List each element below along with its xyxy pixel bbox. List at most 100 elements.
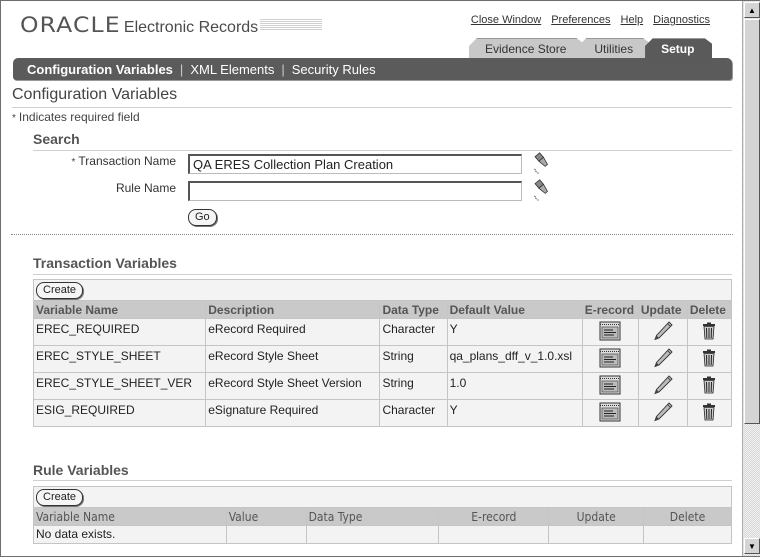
pencil-icon[interactable] bbox=[652, 401, 674, 423]
create-rule-variable-button[interactable]: Create bbox=[36, 489, 84, 506]
table-cell bbox=[548, 525, 645, 544]
column-header-delete: Delete bbox=[686, 300, 733, 319]
delete-cell bbox=[686, 372, 733, 400]
document-icon[interactable] bbox=[599, 375, 621, 395]
column-header-erecord: E-record bbox=[581, 300, 639, 319]
pencil-icon[interactable] bbox=[652, 320, 674, 342]
transaction-variables-body: EREC_REQUIRED eRecord Required Character Y … bbox=[32, 318, 733, 427]
divider bbox=[33, 150, 732, 151]
variable-name-cell: ESIG_REQUIRED bbox=[32, 399, 207, 427]
transaction-name-label: * Transaction Name bbox=[72, 154, 177, 168]
column-header-default-value[interactable]: Default Value bbox=[446, 300, 583, 319]
variable-name-cell: EREC_STYLE_SHEET bbox=[32, 345, 207, 373]
default-value-cell: qa_plans_dff_v_1.0.xsl bbox=[446, 345, 583, 373]
table-cell bbox=[438, 525, 550, 544]
column-header-variable-name[interactable]: Variable Name bbox=[33, 507, 227, 526]
update-cell bbox=[637, 372, 688, 400]
default-value-cell: Y bbox=[446, 318, 583, 346]
trash-icon[interactable] bbox=[701, 322, 717, 340]
vertical-scrollbar[interactable]: ▲ ▼ bbox=[742, 1, 760, 556]
subtab-xml-elements[interactable]: XML Elements bbox=[190, 62, 274, 77]
column-header-update: Update bbox=[548, 507, 645, 526]
variable-name-cell: EREC_STYLE_SHEET_VER bbox=[32, 372, 207, 400]
required-star-icon: * bbox=[12, 113, 16, 124]
scroll-down-button[interactable]: ▼ bbox=[744, 538, 760, 554]
delete-cell bbox=[686, 318, 733, 346]
data-type-cell: String bbox=[379, 345, 448, 373]
subtab-security-rules[interactable]: Security Rules bbox=[292, 62, 376, 77]
column-header-data-type[interactable]: Data Type bbox=[379, 300, 448, 319]
go-button[interactable]: Go bbox=[188, 209, 217, 226]
erecord-cell bbox=[581, 372, 639, 400]
app-name: Electronic Records bbox=[123, 19, 259, 36]
document-icon[interactable] bbox=[599, 348, 621, 368]
rule-name-label: Rule Name bbox=[115, 181, 176, 195]
subtab-configuration-variables[interactable]: Configuration Variables bbox=[27, 62, 173, 77]
column-header-delete: Delete bbox=[643, 507, 732, 526]
column-header-update: Update bbox=[637, 300, 688, 319]
data-type-cell: Character bbox=[379, 318, 448, 346]
main-tabs: Evidence Store Utilities Setup bbox=[469, 38, 712, 58]
update-cell bbox=[637, 318, 688, 346]
page-title: Configuration Variables bbox=[12, 86, 178, 103]
document-icon[interactable] bbox=[599, 321, 621, 341]
help-link[interactable]: Help bbox=[621, 14, 644, 26]
divider bbox=[33, 274, 732, 275]
rule-variables-table: Create Variable Name Value Data Type E-r… bbox=[33, 486, 732, 544]
document-icon[interactable] bbox=[599, 402, 621, 422]
column-header-erecord: E-record bbox=[438, 507, 550, 526]
trash-icon[interactable] bbox=[701, 403, 717, 421]
close-window-link[interactable]: Close Window bbox=[471, 14, 541, 26]
brand-decoration bbox=[260, 19, 323, 31]
flashlight-icon[interactable] bbox=[530, 178, 556, 202]
global-links: Close Window Preferences Help Diagnostic… bbox=[471, 14, 710, 26]
table-controls: Create bbox=[33, 486, 732, 508]
table-row: EREC_REQUIRED eRecord Required Character Y bbox=[32, 318, 733, 346]
create-transaction-variable-button[interactable]: Create bbox=[36, 282, 84, 299]
tab-evidence-store[interactable]: Evidence Store bbox=[469, 38, 584, 58]
transaction-variables-heading: Transaction Variables bbox=[33, 255, 177, 271]
tab-setup[interactable]: Setup bbox=[645, 38, 712, 58]
search-heading: Search bbox=[33, 131, 80, 147]
table-row: EREC_STYLE_SHEET eRecord Style Sheet Strin… bbox=[32, 345, 733, 373]
column-header-data-type[interactable]: Data Type bbox=[305, 507, 440, 526]
scrollbar-thumb[interactable] bbox=[744, 19, 760, 424]
rule-variables-heading: Rule Variables bbox=[33, 462, 129, 478]
flashlight-icon[interactable] bbox=[530, 151, 556, 175]
description-cell: eRecord Style Sheet bbox=[205, 345, 381, 373]
tab-utilities[interactable]: Utilities bbox=[578, 38, 651, 58]
oracle-logo: ORACLE bbox=[20, 13, 121, 37]
pencil-icon[interactable] bbox=[652, 374, 674, 396]
pencil-icon[interactable] bbox=[652, 347, 674, 369]
transaction-name-label-text: Transaction Name bbox=[78, 154, 176, 168]
page: ORACLE Electronic Records Close Window P… bbox=[1, 1, 741, 556]
trash-icon[interactable] bbox=[701, 376, 717, 394]
table-controls-cell: Create bbox=[33, 486, 732, 508]
table-header: Variable Name Description Data Type Defa… bbox=[32, 300, 733, 319]
column-header-variable-name[interactable]: Variable Name bbox=[32, 300, 207, 319]
column-header-description[interactable]: Description bbox=[205, 300, 381, 319]
rule-name-input[interactable] bbox=[188, 181, 522, 201]
table-cell bbox=[225, 525, 307, 544]
dotted-divider bbox=[11, 234, 733, 235]
erecord-cell bbox=[581, 399, 639, 427]
description-cell: eRecord Required bbox=[205, 318, 381, 346]
table-cell bbox=[643, 525, 732, 544]
delete-cell bbox=[686, 399, 733, 427]
description-cell: eSignature Required bbox=[205, 399, 381, 427]
trash-icon[interactable] bbox=[701, 349, 717, 367]
go-button-wrap: Go bbox=[188, 209, 217, 226]
update-cell bbox=[637, 399, 688, 427]
preferences-link[interactable]: Preferences bbox=[551, 14, 610, 26]
scroll-up-button[interactable]: ▲ bbox=[744, 2, 760, 18]
default-value-cell: Y bbox=[446, 399, 583, 427]
subtab-bar: Configuration Variables | XML Elements |… bbox=[13, 58, 732, 80]
branding: ORACLE Electronic Records bbox=[20, 13, 323, 37]
diagnostics-link[interactable]: Diagnostics bbox=[653, 14, 710, 26]
description-cell: eRecord Style Sheet Version bbox=[205, 372, 381, 400]
column-header-value[interactable]: Value bbox=[225, 507, 307, 526]
divider bbox=[12, 107, 732, 108]
transaction-name-input[interactable] bbox=[188, 154, 522, 174]
required-field-note: * Indicates required field bbox=[12, 110, 140, 124]
transaction-variables-table: Create Variable Name Description Data Ty… bbox=[32, 279, 733, 427]
